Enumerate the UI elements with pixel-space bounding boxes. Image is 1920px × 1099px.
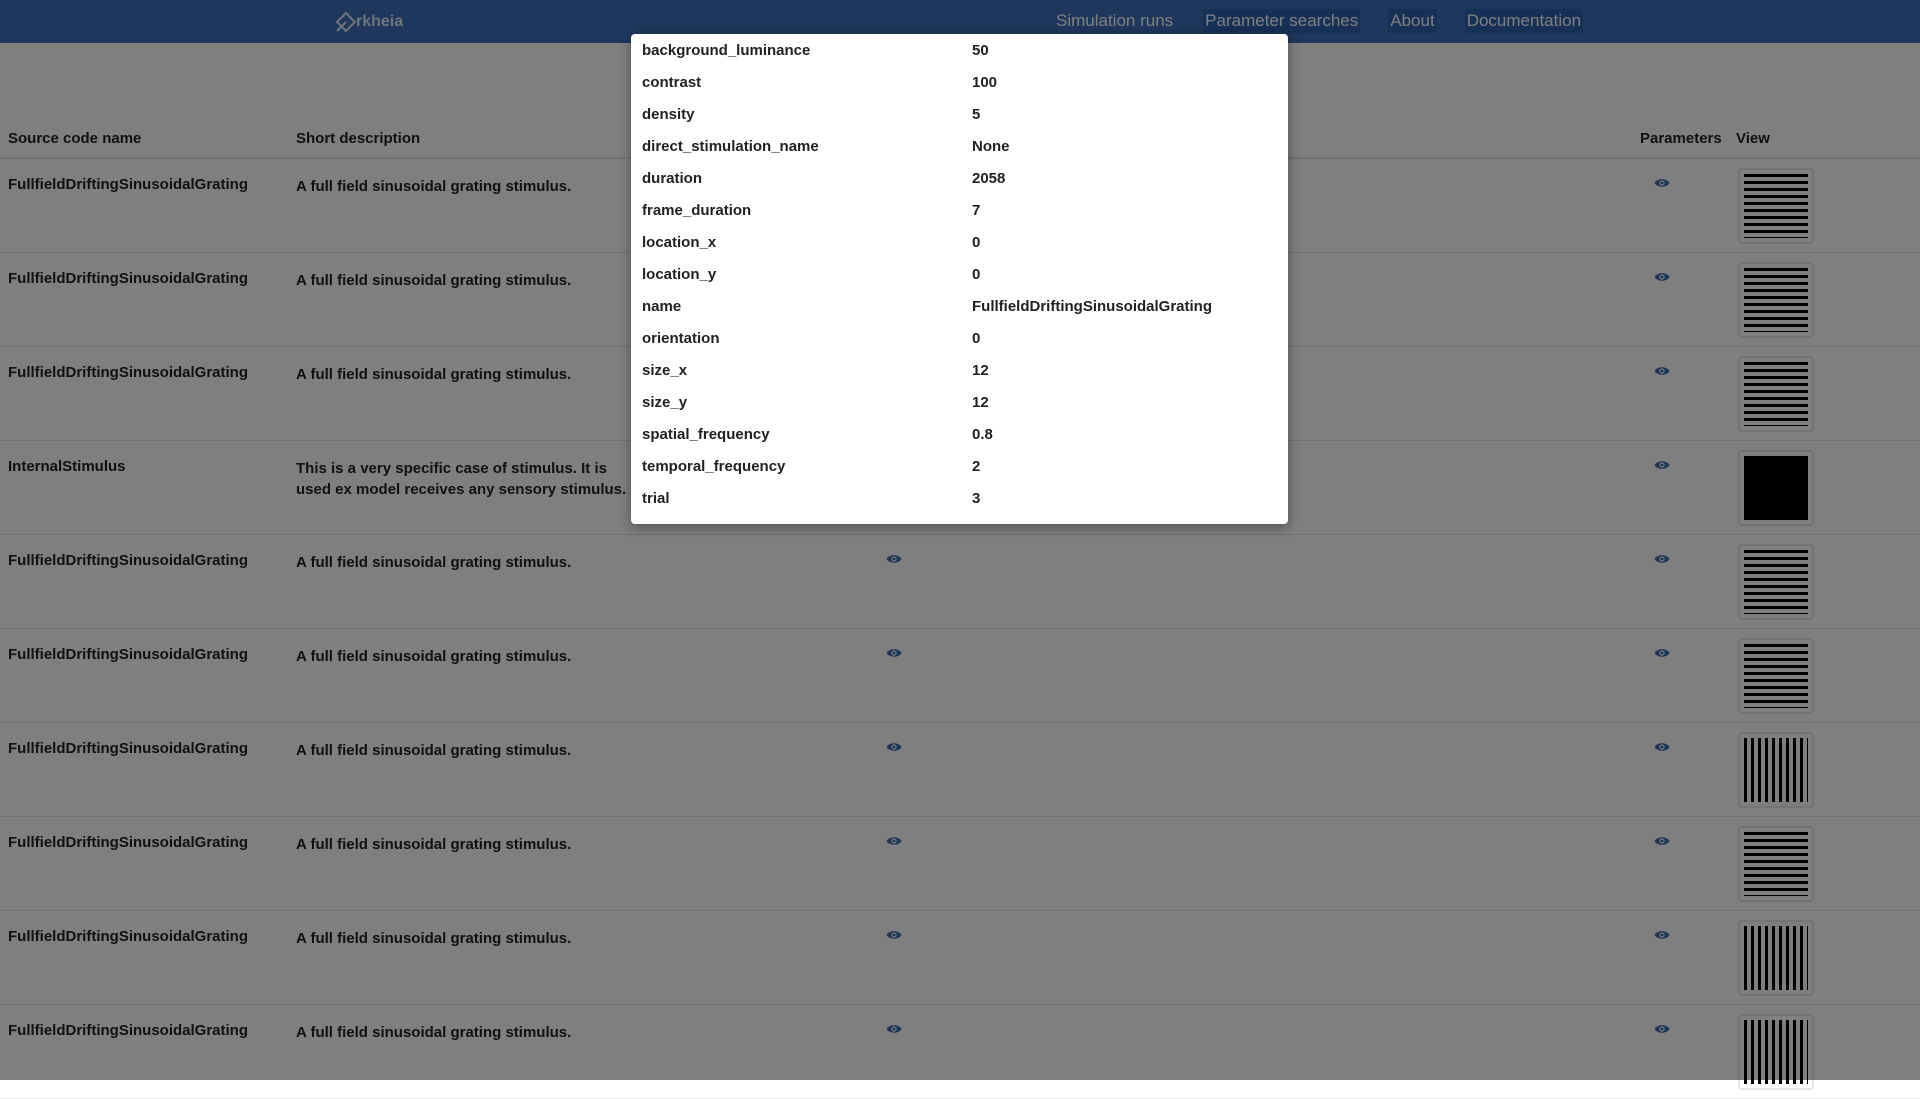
- parameter-key: location_x: [642, 234, 717, 251]
- parameter-key: contrast: [642, 74, 702, 91]
- parameter-row: duration 2058: [642, 162, 1282, 194]
- parameter-key: orientation: [642, 330, 720, 347]
- parameter-row: background_luminance 50: [642, 34, 1282, 66]
- parameter-key: temporal_frequency: [642, 458, 786, 475]
- parameter-key: location_y: [642, 266, 717, 283]
- parameter-value: 7: [972, 202, 981, 219]
- parameter-row: orientation 0: [642, 322, 1282, 354]
- parameter-value: 12: [972, 362, 989, 379]
- parameter-value: None: [972, 138, 1010, 155]
- parameter-row: size_y 12: [642, 386, 1282, 418]
- parameter-value: 2058: [972, 170, 1006, 187]
- parameter-row: location_x 0: [642, 226, 1282, 258]
- parameter-row: direct_stimulation_name None: [642, 130, 1282, 162]
- parameter-row: contrast 100: [642, 66, 1282, 98]
- parameter-key: direct_stimulation_name: [642, 138, 819, 155]
- parameter-value: 100: [972, 74, 998, 91]
- parameter-key: size_x: [642, 362, 688, 379]
- parameter-key: frame_duration: [642, 202, 752, 219]
- parameter-value: 2: [972, 458, 981, 475]
- parameter-row: size_x 12: [642, 354, 1282, 386]
- parameter-row: location_y 0: [642, 258, 1282, 290]
- parameter-key: spatial_frequency: [642, 426, 770, 443]
- parameter-row: spatial_frequency 0.8: [642, 418, 1282, 450]
- parameter-key: trial: [642, 490, 670, 507]
- parameters-modal: background_luminance 50 contrast 100 density…: [631, 34, 1288, 524]
- parameter-row: frame_duration 7: [642, 194, 1282, 226]
- parameter-key: density: [642, 106, 695, 123]
- parameter-key: name: [642, 298, 682, 315]
- parameter-row: name FullfieldDriftingSinusoidalGrating: [642, 290, 1282, 322]
- parameter-value: 50: [972, 42, 989, 59]
- parameter-value: 0: [972, 234, 981, 251]
- parameter-key: size_y: [642, 394, 688, 411]
- parameter-row: temporal_frequency 2: [642, 450, 1282, 482]
- parameter-key: background_luminance: [642, 42, 811, 59]
- parameter-value: 0: [972, 330, 981, 347]
- parameter-key: duration: [642, 170, 702, 187]
- parameter-value: 3: [972, 490, 981, 507]
- parameter-value: 5: [972, 106, 981, 123]
- parameter-value: 0: [972, 266, 981, 283]
- parameter-value: 12: [972, 394, 989, 411]
- parameter-value: 0.8: [972, 426, 993, 443]
- parameter-row: trial 3: [642, 482, 1282, 514]
- parameter-row: density 5: [642, 98, 1282, 130]
- parameter-value: FullfieldDriftingSinusoidalGrating: [972, 298, 1212, 315]
